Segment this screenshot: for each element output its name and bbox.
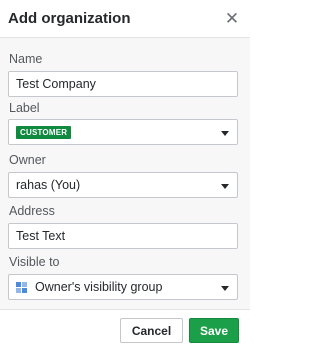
owner-select-value: rahas (You) <box>16 178 81 192</box>
label-label: Label <box>9 101 40 115</box>
visible-to-select[interactable]: Owner's visibility group <box>8 274 238 300</box>
add-organization-dialog: Add organization ✕ Name Test Company Lab… <box>0 0 250 347</box>
customer-badge: CUSTOMER <box>16 126 72 139</box>
cancel-button[interactable]: Cancel <box>120 318 183 343</box>
owner-select[interactable]: rahas (You) <box>8 172 238 198</box>
visible-to-select-value: Owner's visibility group <box>35 280 163 294</box>
dialog-footer: Cancel Save <box>0 310 250 347</box>
label-select[interactable]: CUSTOMER <box>8 119 238 145</box>
dialog-title: Add organization <box>8 10 131 27</box>
save-button[interactable]: Save <box>189 318 239 343</box>
visibility-group-icon <box>16 282 27 293</box>
dialog-header: Add organization ✕ <box>0 0 250 38</box>
address-input[interactable]: Test Text <box>8 223 238 249</box>
name-input-value: Test Company <box>16 77 96 91</box>
chevron-down-icon <box>221 286 229 291</box>
close-icon[interactable]: ✕ <box>220 7 244 31</box>
name-label: Name <box>9 52 43 66</box>
visible-to-label: Visible to <box>9 255 60 269</box>
chevron-down-icon <box>221 184 229 189</box>
chevron-down-icon <box>221 131 229 136</box>
address-input-value: Test Text <box>16 229 66 243</box>
name-input[interactable]: Test Company <box>8 71 238 97</box>
address-label: Address <box>9 204 55 218</box>
dialog-body: Name Test Company Label CUSTOMER Owner r… <box>0 38 250 310</box>
owner-label: Owner <box>9 153 46 167</box>
